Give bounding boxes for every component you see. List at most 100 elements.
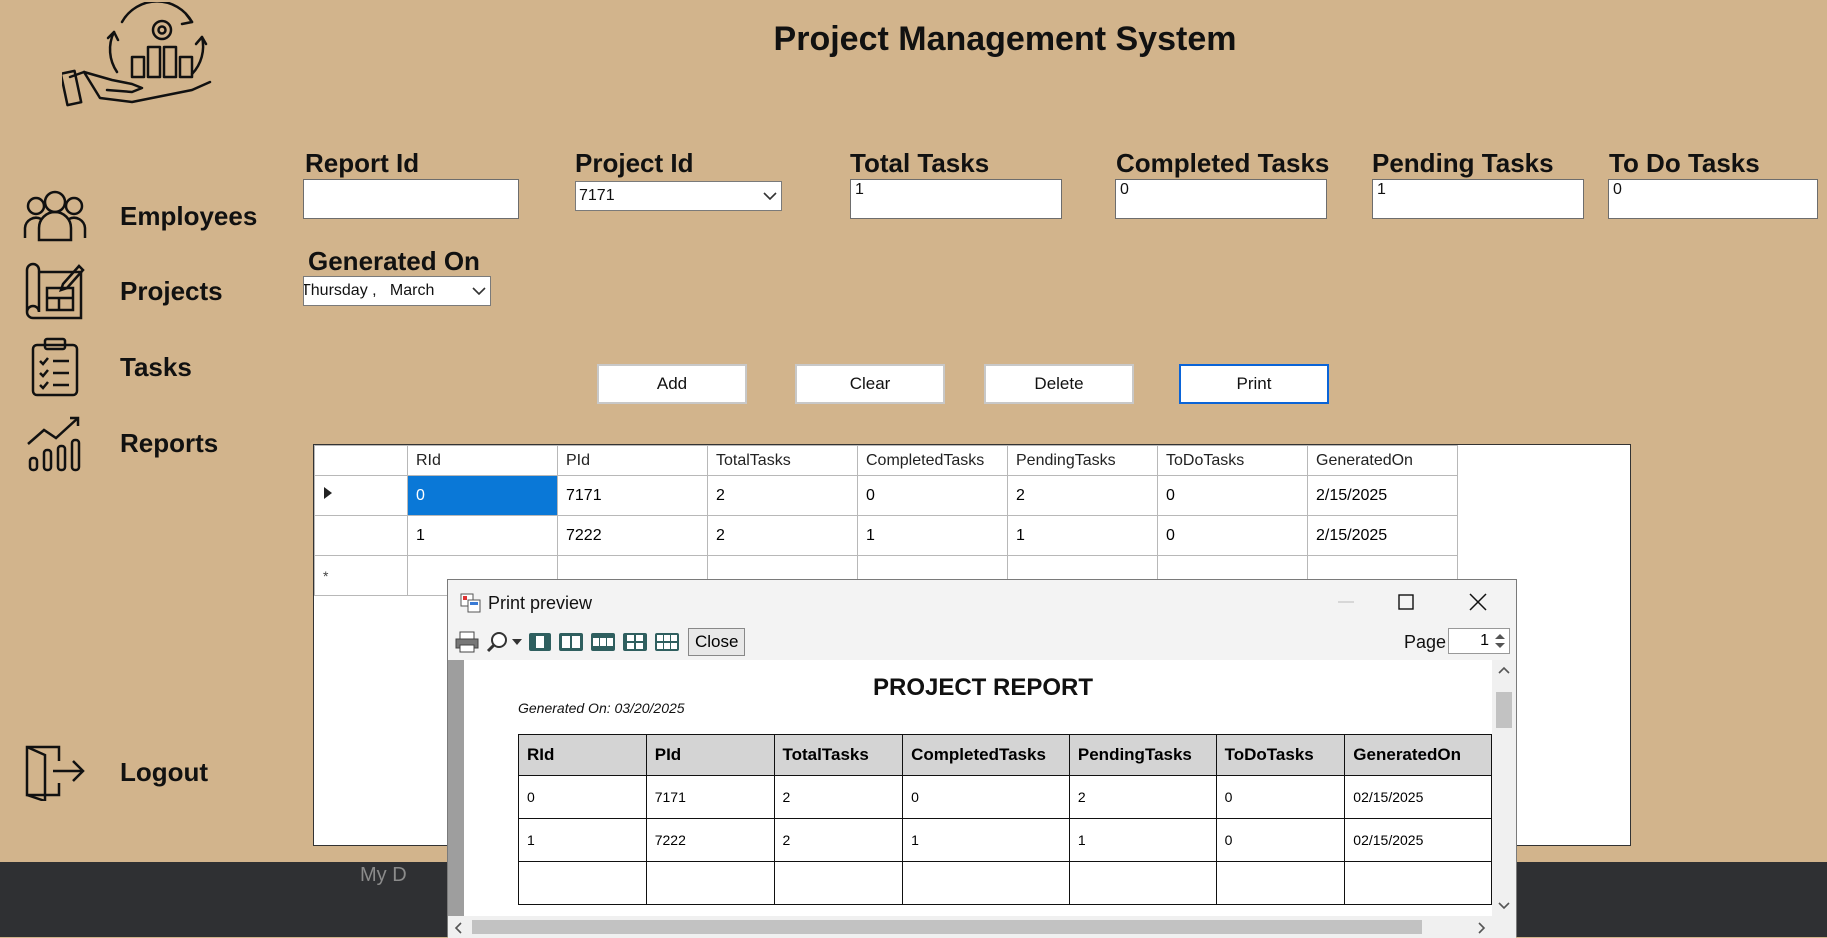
table-cell[interactable]: 0 bbox=[407, 475, 558, 516]
add-button[interactable]: Add bbox=[597, 364, 747, 404]
table-cell[interactable]: 0 bbox=[1157, 475, 1308, 516]
pending-tasks-input[interactable]: 1 bbox=[1372, 179, 1584, 219]
print-preview-window[interactable]: Print preview Close Page 1 PROJECT REPOR… bbox=[447, 579, 1517, 938]
generated-on-datepicker[interactable]: Thursday , March bbox=[303, 276, 491, 306]
table-cell[interactable]: 1 bbox=[407, 515, 558, 556]
report-cell: 1 bbox=[1068, 818, 1217, 862]
sidebar-item-label: Tasks bbox=[120, 351, 192, 382]
three-pages-icon[interactable] bbox=[590, 629, 616, 655]
print-icon[interactable] bbox=[454, 629, 480, 655]
table-cell[interactable]: 0 bbox=[1157, 515, 1308, 556]
table-cell[interactable]: 7171 bbox=[557, 475, 708, 516]
report-cell bbox=[518, 861, 647, 905]
report-cell bbox=[645, 861, 775, 905]
row-selector[interactable] bbox=[314, 475, 408, 516]
completed-tasks-label: Completed Tasks bbox=[1116, 148, 1330, 178]
report-cell: 02/15/2025 bbox=[1344, 818, 1492, 862]
row-selector[interactable] bbox=[314, 515, 408, 556]
column-header-totaltasks[interactable]: TotalTasks bbox=[707, 445, 858, 476]
table-cell[interactable]: 2/15/2025 bbox=[1307, 515, 1458, 556]
column-header-rid[interactable]: RId bbox=[407, 445, 558, 476]
scroll-up-icon[interactable] bbox=[1498, 666, 1510, 674]
one-page-icon[interactable] bbox=[528, 629, 552, 655]
table-cell[interactable]: 1 bbox=[1007, 515, 1158, 556]
maximize-icon[interactable] bbox=[1386, 588, 1426, 616]
table-cell[interactable]: 1 bbox=[857, 515, 1008, 556]
report-column-header: PendingTasks bbox=[1068, 734, 1217, 776]
table-cell[interactable]: 2 bbox=[707, 515, 858, 556]
report-cell: 0 bbox=[902, 775, 1070, 819]
total-tasks-input[interactable]: 1 bbox=[850, 179, 1062, 219]
column-header-pid[interactable]: PId bbox=[557, 445, 708, 476]
report-column-header: GeneratedOn bbox=[1344, 734, 1492, 776]
sidebar-item-employees[interactable]: Employees bbox=[22, 186, 282, 246]
preview-margin-strip bbox=[448, 660, 464, 916]
completed-tasks-input[interactable]: 0 bbox=[1115, 179, 1327, 219]
report-cell bbox=[773, 861, 904, 905]
report-table: RId PId TotalTasks CompletedTasks Pendin… bbox=[518, 734, 1492, 905]
preview-page[interactable]: PROJECT REPORT Generated On: 03/20/2025 … bbox=[464, 660, 1492, 916]
sidebar-item-label: Employees bbox=[120, 200, 258, 231]
project-id-dropdown[interactable]: 7171 bbox=[575, 181, 782, 211]
logout-button[interactable]: Logout bbox=[22, 742, 282, 802]
scroll-right-icon[interactable] bbox=[1478, 922, 1486, 934]
column-header-todotasks[interactable]: ToDoTasks bbox=[1157, 445, 1308, 476]
logout-icon bbox=[22, 742, 88, 802]
report-column-header: PId bbox=[645, 734, 775, 776]
two-pages-icon[interactable] bbox=[558, 629, 584, 655]
sidebar-item-label: Reports bbox=[120, 427, 219, 458]
tasks-icon bbox=[22, 337, 88, 397]
table-row[interactable]: 0 7171 2 0 2 0 2/15/2025 bbox=[314, 475, 1458, 516]
zoom-icon[interactable] bbox=[486, 629, 510, 655]
report-column-header: TotalTasks bbox=[773, 734, 904, 776]
close-icon[interactable] bbox=[1458, 588, 1498, 616]
stepper-arrows-icon[interactable] bbox=[1493, 631, 1507, 651]
report-cell: 1 bbox=[518, 818, 647, 862]
report-cell bbox=[1344, 861, 1492, 905]
table-cell[interactable]: 2 bbox=[1007, 475, 1158, 516]
page-number-stepper[interactable]: 1 bbox=[1448, 628, 1510, 654]
table-cell[interactable]: 2 bbox=[707, 475, 858, 516]
taskbar-item-label: My D bbox=[360, 864, 407, 886]
page-number-value: 1 bbox=[1480, 632, 1489, 649]
report-id-input[interactable] bbox=[303, 179, 519, 219]
generated-on-label: Generated On bbox=[308, 246, 480, 276]
horizontal-scroll-thumb[interactable] bbox=[472, 920, 1422, 934]
project-logo-icon bbox=[62, 2, 212, 107]
generated-on-value: Thursday , March bbox=[304, 282, 435, 299]
row-header-corner bbox=[314, 445, 408, 476]
sidebar-item-reports[interactable]: Reports bbox=[22, 413, 282, 473]
scroll-left-icon[interactable] bbox=[454, 922, 462, 934]
zoom-dropdown-chevron-icon[interactable] bbox=[512, 629, 522, 655]
column-header-generatedon[interactable]: GeneratedOn bbox=[1307, 445, 1458, 476]
current-row-icon bbox=[324, 487, 332, 499]
report-cell: 0 bbox=[518, 775, 647, 819]
vertical-scroll-thumb[interactable] bbox=[1496, 692, 1512, 728]
todo-tasks-label: To Do Tasks bbox=[1609, 148, 1760, 178]
column-header-pendingtasks[interactable]: PendingTasks bbox=[1007, 445, 1158, 476]
table-cell[interactable]: 7222 bbox=[557, 515, 708, 556]
report-cell: 0 bbox=[1215, 818, 1346, 862]
column-header-completedtasks[interactable]: CompletedTasks bbox=[857, 445, 1008, 476]
report-cell: 7222 bbox=[645, 818, 775, 862]
print-preview-close-button[interactable]: Close bbox=[688, 628, 746, 656]
delete-button[interactable]: Delete bbox=[984, 364, 1134, 404]
scroll-down-icon[interactable] bbox=[1498, 902, 1510, 910]
reports-icon bbox=[22, 413, 88, 473]
sidebar-item-tasks[interactable]: Tasks bbox=[22, 337, 282, 397]
table-cell[interactable]: 2/15/2025 bbox=[1307, 475, 1458, 516]
four-pages-icon[interactable] bbox=[622, 629, 648, 655]
table-row[interactable]: 1 7222 2 1 1 0 2/15/2025 bbox=[314, 515, 1458, 556]
report-cell: 2 bbox=[773, 775, 904, 819]
todo-tasks-input[interactable]: 0 bbox=[1608, 179, 1818, 219]
total-tasks-label: Total Tasks bbox=[850, 148, 990, 178]
six-pages-icon[interactable] bbox=[654, 629, 680, 655]
sidebar-item-projects[interactable]: Projects bbox=[22, 261, 282, 321]
report-cell: 0 bbox=[1215, 775, 1346, 819]
vertical-scrollbar[interactable] bbox=[1492, 660, 1516, 916]
clear-button[interactable]: Clear bbox=[795, 364, 945, 404]
minimize-icon[interactable] bbox=[1326, 588, 1366, 616]
print-button[interactable]: Print bbox=[1179, 364, 1329, 404]
table-cell[interactable]: 0 bbox=[857, 475, 1008, 516]
horizontal-scrollbar[interactable] bbox=[448, 916, 1516, 938]
